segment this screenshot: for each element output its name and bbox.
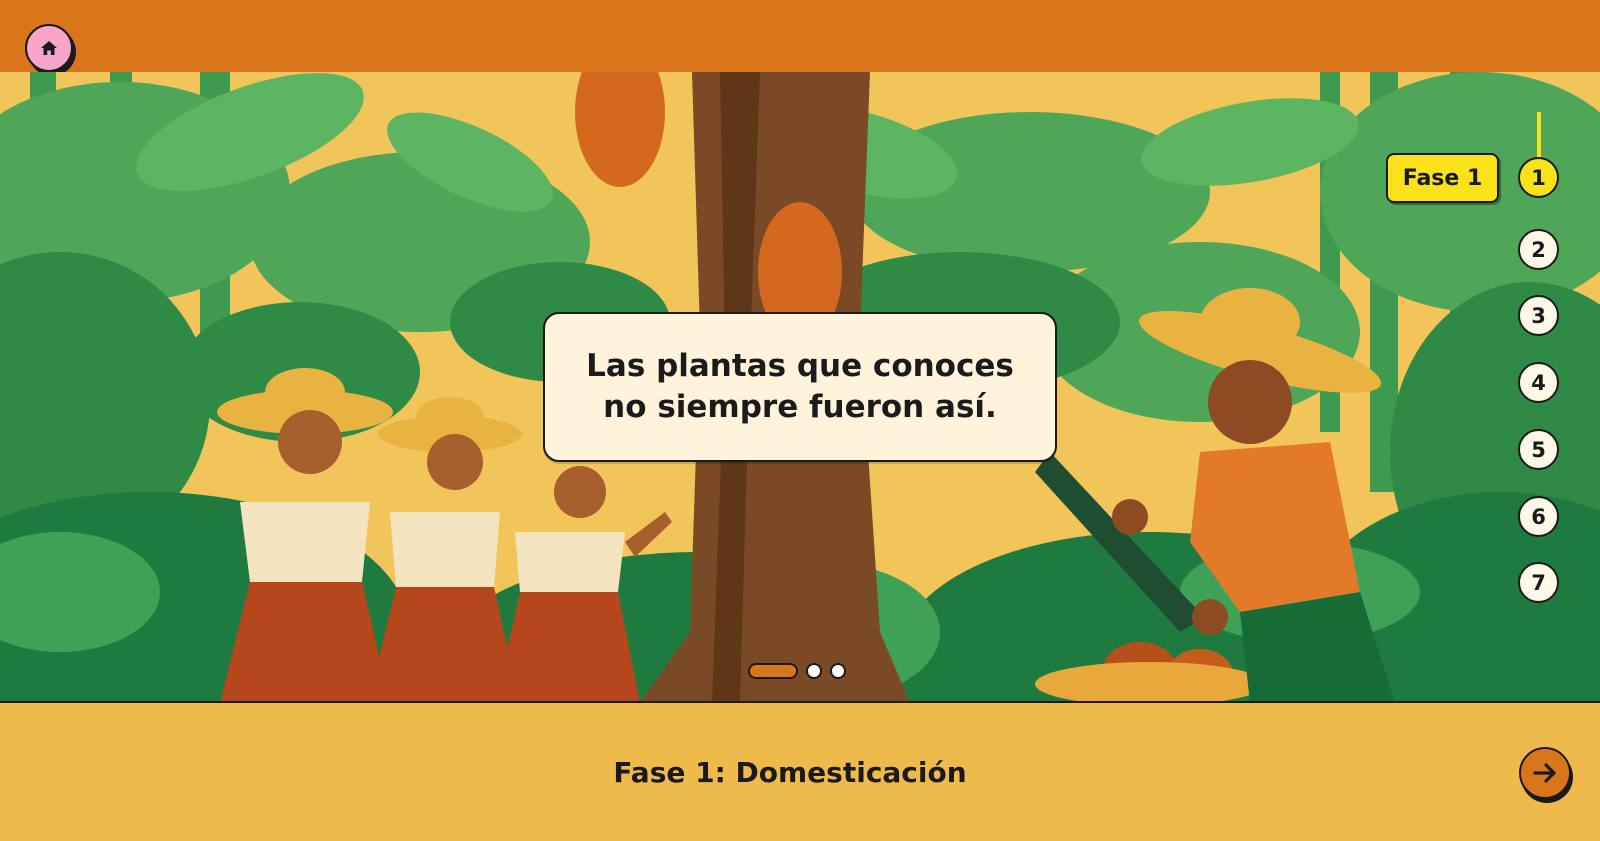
step-2[interactable]: 2: [1518, 229, 1559, 270]
top-bar: [0, 0, 1600, 72]
next-button[interactable]: [1519, 747, 1571, 799]
step-5[interactable]: 5: [1518, 429, 1559, 470]
step-1[interactable]: 1: [1518, 157, 1559, 198]
step-6[interactable]: 6: [1518, 496, 1559, 537]
arrow-right-icon: [1533, 763, 1556, 783]
slide-dots: [748, 663, 846, 679]
slide-dot-2[interactable]: [806, 663, 822, 679]
slide-dot-3[interactable]: [830, 663, 846, 679]
phase-title: Fase 1: Domesticación: [613, 755, 967, 789]
caption-bubble: Las plantas que conoces no siempre fuero…: [543, 312, 1057, 462]
step-3[interactable]: 3: [1518, 295, 1559, 336]
slide-dot-1[interactable]: [748, 663, 798, 679]
home-icon: [41, 41, 57, 55]
home-button[interactable]: [25, 24, 73, 72]
footer-bar: Fase 1: Domesticación: [0, 703, 1600, 841]
step-4[interactable]: 4: [1518, 362, 1559, 403]
stepper-progress-line: [1537, 112, 1541, 160]
phase-badge: Fase 1: [1386, 153, 1499, 203]
caption-text: Las plantas que conoces no siempre fuero…: [586, 348, 1014, 425]
step-7[interactable]: 7: [1518, 562, 1559, 603]
